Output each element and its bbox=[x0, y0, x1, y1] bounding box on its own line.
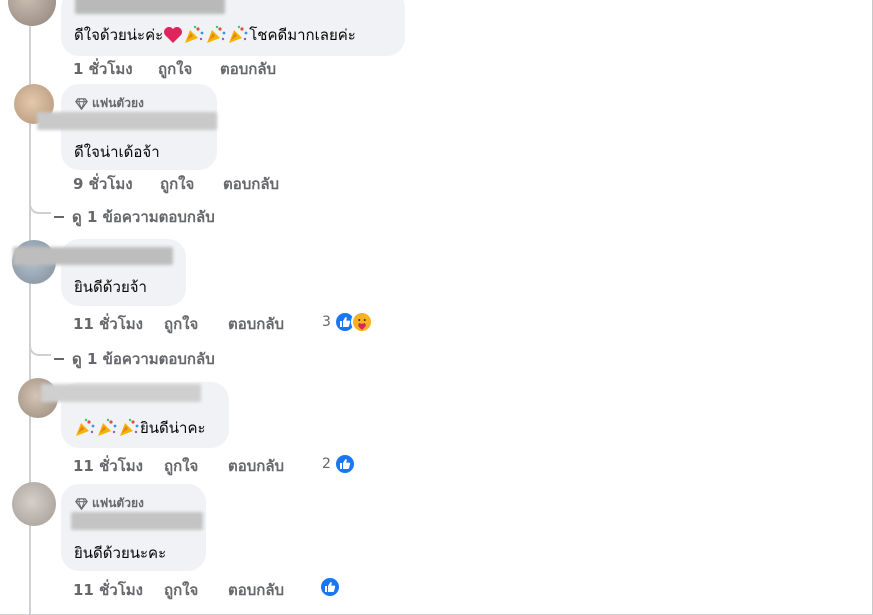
like-reaction-icon bbox=[333, 453, 356, 475]
comment-timestamp[interactable]: 1 ชั่วโมง bbox=[73, 57, 133, 81]
reply-connector bbox=[29, 342, 51, 356]
reply-arrow-icon bbox=[54, 216, 64, 218]
like-reaction-icon bbox=[319, 576, 341, 598]
avatar[interactable] bbox=[12, 482, 56, 526]
reaction-count: 3 bbox=[322, 314, 331, 330]
party-popper-emoji-icon bbox=[183, 25, 205, 45]
reply-button[interactable]: ตอบกลับ bbox=[223, 172, 279, 196]
like-button[interactable]: ถูกใจ bbox=[164, 578, 198, 602]
like-button[interactable]: ถูกใจ bbox=[164, 312, 198, 336]
party-popper-emoji-icon bbox=[227, 25, 249, 45]
view-replies-link[interactable]: ดู 1 ข้อความตอบกลับ bbox=[54, 347, 215, 371]
like-button[interactable]: ถูกใจ bbox=[164, 454, 198, 478]
comment-bubble: แฟนตัวยง ดีใจน่าเด้อจ้า bbox=[37, 84, 217, 170]
comment-text: ยินดีน่าคะ bbox=[74, 416, 206, 440]
top-fan-badge[interactable]: แฟนตัวยง bbox=[75, 494, 144, 513]
reply-connector bbox=[29, 200, 51, 214]
comment-bubble: ยินดีด้วยจ้า bbox=[13, 239, 186, 306]
reply-button[interactable]: ตอบกลับ bbox=[228, 578, 284, 602]
blurred-author-name bbox=[71, 512, 203, 530]
reply-button[interactable]: ตอบกลับ bbox=[220, 57, 276, 81]
reaction-count: 2 bbox=[322, 456, 331, 472]
comment-text: ยินดีด้วยนะคะ bbox=[74, 544, 167, 562]
comment-bubble: ยินดีน่าคะ bbox=[41, 382, 229, 448]
comment-timestamp[interactable]: 11 ชั่วโมง bbox=[73, 454, 143, 478]
party-popper-emoji-icon bbox=[205, 25, 227, 45]
reaction-summary[interactable]: 3 bbox=[322, 311, 373, 333]
blurred-author-name bbox=[37, 112, 217, 130]
comment-bubble: ดีใจด้วยน่ะค่ะ โชคดีมากเลยค่ะ bbox=[61, 0, 405, 56]
comment-actions: 9 ชั่วโมง ถูกใจ ตอบกลับ bbox=[73, 174, 373, 194]
like-button[interactable]: ถูกใจ bbox=[160, 172, 194, 196]
diamond-icon bbox=[75, 98, 88, 110]
diamond-icon bbox=[75, 498, 88, 510]
comment-text: ยินดีด้วยจ้า bbox=[74, 278, 147, 296]
blurred-author-name bbox=[41, 384, 201, 402]
party-popper-emoji-icon bbox=[74, 418, 96, 438]
care-reaction-icon bbox=[350, 311, 373, 333]
view-replies-link[interactable]: ดู 1 ข้อความตอบกลับ bbox=[54, 205, 215, 229]
avatar[interactable] bbox=[8, 0, 56, 26]
party-popper-emoji-icon bbox=[96, 418, 118, 438]
heart-emoji-icon bbox=[163, 26, 183, 44]
blurred-author-name bbox=[75, 0, 225, 14]
comment-text: ดีใจน่าเด้อจ้า bbox=[74, 143, 160, 161]
reaction-summary[interactable] bbox=[319, 576, 341, 598]
comment-actions: 11 ชั่วโมง ถูกใจ ตอบกลับ bbox=[73, 580, 393, 600]
reply-button[interactable]: ตอบกลับ bbox=[228, 312, 284, 336]
reply-button[interactable]: ตอบกลับ bbox=[228, 454, 284, 478]
comment-bubble: แฟนตัวยง ยินดีด้วยนะคะ bbox=[61, 484, 206, 571]
comment-text: ดีใจด้วยน่ะค่ะ โชคดีมากเลยค่ะ bbox=[74, 25, 356, 45]
comment-timestamp[interactable]: 9 ชั่วโมง bbox=[73, 172, 133, 196]
comment-timestamp[interactable]: 11 ชั่วโมง bbox=[73, 578, 143, 602]
reply-arrow-icon bbox=[54, 358, 64, 360]
top-fan-badge[interactable]: แฟนตัวยง bbox=[75, 94, 144, 113]
comment-timestamp[interactable]: 11 ชั่วโมง bbox=[73, 312, 143, 336]
like-button[interactable]: ถูกใจ bbox=[158, 57, 192, 81]
blurred-author-name bbox=[13, 247, 173, 265]
party-popper-emoji-icon bbox=[118, 418, 140, 438]
reaction-summary[interactable]: 2 bbox=[322, 453, 356, 475]
comment-actions: 1 ชั่วโมง ถูกใจ ตอบกลับ bbox=[73, 59, 373, 79]
